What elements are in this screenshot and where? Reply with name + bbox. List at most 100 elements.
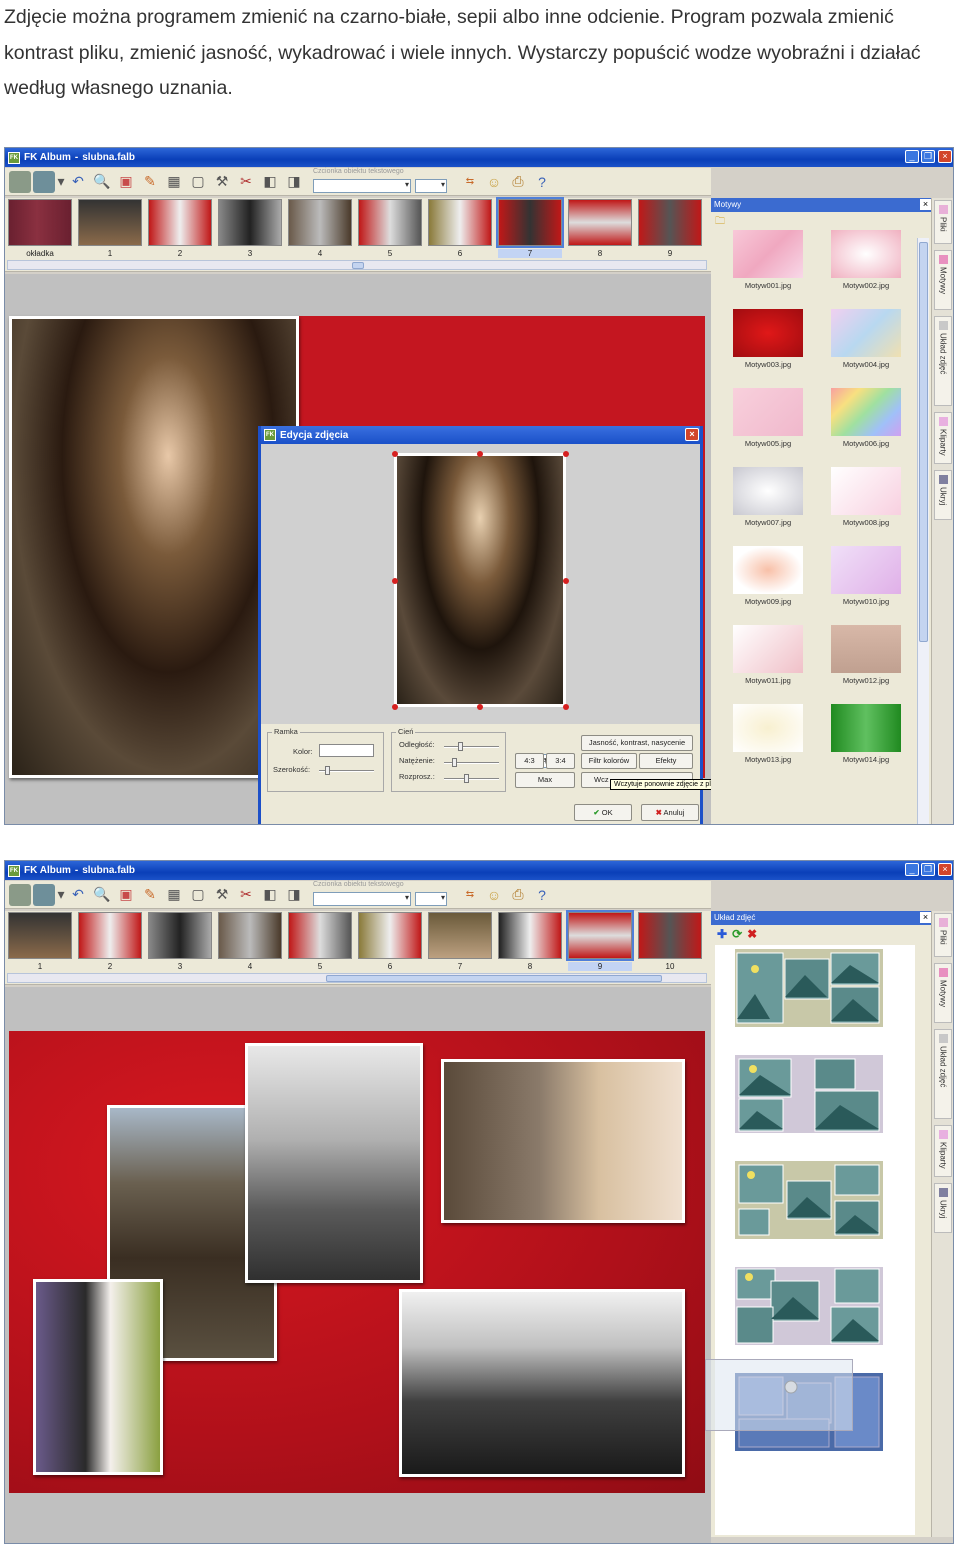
- motif-item[interactable]: Motyw003.jpg: [719, 309, 817, 369]
- motif-thumbnail[interactable]: [831, 546, 901, 594]
- thumbnail-image[interactable]: [358, 199, 422, 246]
- minimize-icon[interactable]: _: [905, 863, 919, 876]
- motif-thumbnail[interactable]: [733, 704, 803, 752]
- motif-thumbnail[interactable]: [831, 704, 901, 752]
- font-combo[interactable]: [313, 891, 411, 906]
- motif-thumbnail[interactable]: [733, 230, 803, 278]
- page-thumbnail[interactable]: okładka: [8, 199, 72, 258]
- photo-couple-graffiti[interactable]: [33, 1279, 163, 1475]
- crop-handle[interactable]: [563, 704, 569, 710]
- person-icon[interactable]: ☺: [483, 171, 505, 193]
- page-thumbnail[interactable]: 1: [78, 199, 142, 258]
- motif-item[interactable]: Motyw010.jpg: [817, 546, 915, 606]
- navigation-arrows-icon[interactable]: ⇆: [459, 884, 481, 906]
- layer-front-icon[interactable]: ◨: [283, 884, 305, 906]
- help-icon[interactable]: ?: [531, 884, 553, 906]
- preview-icon[interactable]: 🔍: [91, 171, 113, 193]
- thumbnail-image[interactable]: [78, 912, 142, 959]
- shadow-distance-slider[interactable]: [444, 742, 499, 751]
- page-thumbnail[interactable]: 3: [148, 912, 212, 971]
- shadow-intensity-slider[interactable]: [444, 758, 499, 767]
- pencil-icon[interactable]: ✎: [139, 884, 161, 906]
- crop-handle[interactable]: [563, 578, 569, 584]
- page-thumbnail[interactable]: 7: [428, 912, 492, 971]
- motif-item[interactable]: Motyw002.jpg: [817, 230, 915, 290]
- person-icon[interactable]: ☺: [483, 884, 505, 906]
- close-icon[interactable]: ×: [938, 150, 952, 163]
- scissors-icon[interactable]: ✂: [235, 171, 257, 193]
- main-photo[interactable]: [9, 316, 299, 778]
- image-icon[interactable]: ▣: [115, 884, 137, 906]
- photo-truck-couple[interactable]: [399, 1289, 685, 1477]
- crop-handle[interactable]: [477, 451, 483, 457]
- undo-icon[interactable]: ↶: [67, 884, 89, 906]
- brightness-contrast-button[interactable]: Jasność, kontrast, nasycenie: [581, 735, 693, 751]
- motif-item[interactable]: Motyw005.jpg: [719, 388, 817, 448]
- layer-back-icon[interactable]: ◧: [259, 884, 281, 906]
- motif-thumbnail[interactable]: [831, 309, 901, 357]
- motif-thumbnail[interactable]: [831, 625, 901, 673]
- preview-icon[interactable]: 🔍: [91, 884, 113, 906]
- page-thumbnail[interactable]: 8: [498, 912, 562, 971]
- page-thumbnail[interactable]: 6: [358, 912, 422, 971]
- calendar-icon[interactable]: ▦: [163, 171, 185, 193]
- side-tab[interactable]: Motywy: [934, 250, 952, 310]
- save-album-icon[interactable]: [33, 170, 55, 193]
- ratio-43-button[interactable]: 4:3: [515, 753, 544, 769]
- page-thumbnail[interactable]: 9: [566, 910, 634, 971]
- navigation-arrows-icon[interactable]: ⇆: [459, 171, 481, 193]
- motif-thumbnail[interactable]: [733, 467, 803, 515]
- thumbnail-image[interactable]: [428, 199, 492, 246]
- layer-front-icon[interactable]: ◨: [283, 171, 305, 193]
- thumbnail-image[interactable]: [148, 199, 212, 246]
- motif-item[interactable]: Motyw012.jpg: [817, 625, 915, 685]
- page-thumbnail[interactable]: 6: [428, 199, 492, 258]
- strip-scrollbar[interactable]: [7, 260, 707, 270]
- motif-item[interactable]: Motyw008.jpg: [817, 467, 915, 527]
- delete-icon[interactable]: ✖: [747, 927, 757, 941]
- open-album-icon[interactable]: [9, 170, 31, 193]
- side-tab[interactable]: Motywy: [934, 963, 952, 1023]
- tools-icon[interactable]: ⚒: [211, 171, 233, 193]
- page-thumbnail[interactable]: 1: [8, 912, 72, 971]
- page-thumbnail[interactable]: 4: [288, 199, 352, 258]
- side-tab[interactable]: Układ zdjęć: [934, 1029, 952, 1119]
- side-tab[interactable]: Pliki: [934, 913, 952, 957]
- motif-item[interactable]: Motyw007.jpg: [719, 467, 817, 527]
- side-tab[interactable]: Pliki: [934, 200, 952, 244]
- save-album-icon[interactable]: [33, 883, 55, 906]
- crop-handle[interactable]: [563, 451, 569, 457]
- side-tab[interactable]: Ukryj: [934, 470, 952, 520]
- thumbnail-image[interactable]: [288, 199, 352, 246]
- side-tab[interactable]: Kliparty: [934, 1125, 952, 1177]
- motif-thumbnail[interactable]: [733, 309, 803, 357]
- calendar-icon[interactable]: ▦: [163, 884, 185, 906]
- thumbnail-image[interactable]: [498, 912, 562, 959]
- thumbnail-image[interactable]: [218, 912, 282, 959]
- album-canvas[interactable]: [5, 987, 711, 1543]
- tools-icon[interactable]: ⚒: [211, 884, 233, 906]
- page-thumbnail[interactable]: 2: [148, 199, 212, 258]
- thumbnail-image[interactable]: [638, 912, 702, 959]
- maximize-icon[interactable]: ❐: [921, 150, 935, 163]
- page-thumbnail[interactable]: 9: [638, 199, 702, 258]
- side-tab[interactable]: Kliparty: [934, 412, 952, 464]
- motif-thumbnail[interactable]: [733, 388, 803, 436]
- page-thumbnail[interactable]: 3: [218, 199, 282, 258]
- page-thumbnail[interactable]: 5: [358, 199, 422, 258]
- ok-button[interactable]: ✔ OK: [574, 804, 632, 821]
- dialog-close-icon[interactable]: ×: [685, 428, 699, 441]
- motif-item[interactable]: Motyw006.jpg: [817, 388, 915, 448]
- scissors-icon[interactable]: ✂: [235, 884, 257, 906]
- add-icon[interactable]: ✚: [717, 927, 727, 941]
- thumbnail-image[interactable]: [566, 910, 634, 961]
- thumbnail-image[interactable]: [638, 199, 702, 246]
- album-canvas[interactable]: FK Edycja zdjęcia × Ramka Kolor: Szeroko: [5, 274, 762, 824]
- undo-icon[interactable]: ↶: [67, 171, 89, 193]
- pencil-icon[interactable]: ✎: [139, 171, 161, 193]
- thumbnail-image[interactable]: [148, 912, 212, 959]
- thumbnail-image[interactable]: [288, 912, 352, 959]
- thumbnail-image[interactable]: [358, 912, 422, 959]
- frame-color-picker[interactable]: [319, 744, 374, 757]
- page-thumbnail[interactable]: 7: [496, 197, 564, 258]
